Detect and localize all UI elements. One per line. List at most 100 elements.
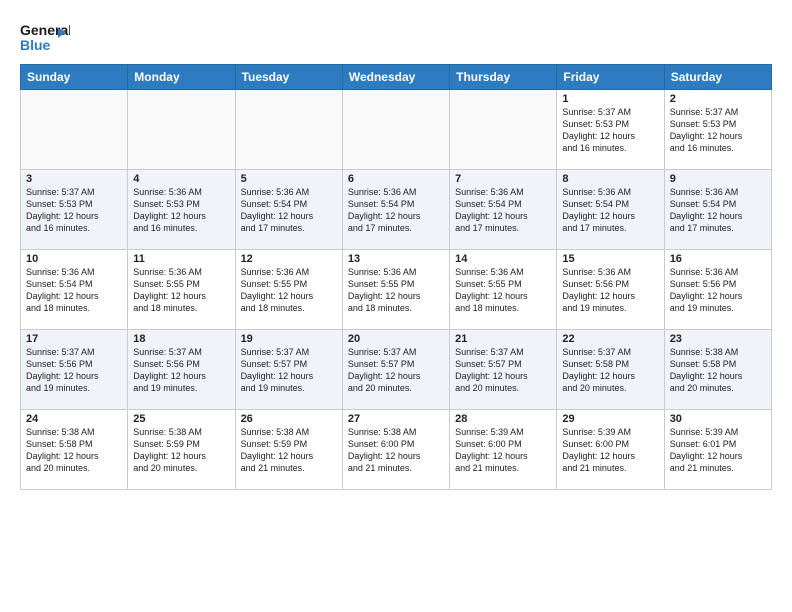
day-info: Sunrise: 5:38 AM Sunset: 5:58 PM Dayligh… <box>670 346 766 395</box>
day-info: Sunrise: 5:36 AM Sunset: 5:56 PM Dayligh… <box>670 266 766 315</box>
day-number: 19 <box>241 333 337 345</box>
day-info: Sunrise: 5:37 AM Sunset: 5:53 PM Dayligh… <box>26 186 122 235</box>
day-info: Sunrise: 5:37 AM Sunset: 5:57 PM Dayligh… <box>455 346 551 395</box>
calendar-cell: 19Sunrise: 5:37 AM Sunset: 5:57 PM Dayli… <box>235 330 342 410</box>
day-info: Sunrise: 5:37 AM Sunset: 5:56 PM Dayligh… <box>26 346 122 395</box>
calendar-cell <box>450 90 557 170</box>
calendar-table: SundayMondayTuesdayWednesdayThursdayFrid… <box>20 64 772 490</box>
weekday-header: Monday <box>128 65 235 90</box>
day-number: 6 <box>348 173 444 185</box>
day-info: Sunrise: 5:39 AM Sunset: 6:01 PM Dayligh… <box>670 426 766 475</box>
day-number: 20 <box>348 333 444 345</box>
day-info: Sunrise: 5:37 AM Sunset: 5:57 PM Dayligh… <box>348 346 444 395</box>
calendar-week-row: 1Sunrise: 5:37 AM Sunset: 5:53 PM Daylig… <box>21 90 772 170</box>
calendar-cell: 22Sunrise: 5:37 AM Sunset: 5:58 PM Dayli… <box>557 330 664 410</box>
day-info: Sunrise: 5:37 AM Sunset: 5:53 PM Dayligh… <box>562 106 658 155</box>
day-info: Sunrise: 5:39 AM Sunset: 6:00 PM Dayligh… <box>562 426 658 475</box>
day-info: Sunrise: 5:36 AM Sunset: 5:54 PM Dayligh… <box>670 186 766 235</box>
weekday-header: Tuesday <box>235 65 342 90</box>
calendar-cell: 8Sunrise: 5:36 AM Sunset: 5:54 PM Daylig… <box>557 170 664 250</box>
day-number: 27 <box>348 413 444 425</box>
weekday-row: SundayMondayTuesdayWednesdayThursdayFrid… <box>21 65 772 90</box>
calendar-cell: 27Sunrise: 5:38 AM Sunset: 6:00 PM Dayli… <box>342 410 449 490</box>
day-number: 23 <box>670 333 766 345</box>
calendar-week-row: 3Sunrise: 5:37 AM Sunset: 5:53 PM Daylig… <box>21 170 772 250</box>
calendar-cell: 12Sunrise: 5:36 AM Sunset: 5:55 PM Dayli… <box>235 250 342 330</box>
calendar-week-row: 10Sunrise: 5:36 AM Sunset: 5:54 PM Dayli… <box>21 250 772 330</box>
day-number: 1 <box>562 93 658 105</box>
day-number: 30 <box>670 413 766 425</box>
logo: GeneralBlue <box>20 20 70 56</box>
day-info: Sunrise: 5:37 AM Sunset: 5:56 PM Dayligh… <box>133 346 229 395</box>
day-info: Sunrise: 5:38 AM Sunset: 5:59 PM Dayligh… <box>241 426 337 475</box>
day-info: Sunrise: 5:36 AM Sunset: 5:55 PM Dayligh… <box>455 266 551 315</box>
day-info: Sunrise: 5:38 AM Sunset: 6:00 PM Dayligh… <box>348 426 444 475</box>
day-info: Sunrise: 5:36 AM Sunset: 5:54 PM Dayligh… <box>348 186 444 235</box>
logo-svg: GeneralBlue <box>20 20 70 56</box>
calendar-header: SundayMondayTuesdayWednesdayThursdayFrid… <box>21 65 772 90</box>
calendar-cell: 9Sunrise: 5:36 AM Sunset: 5:54 PM Daylig… <box>664 170 771 250</box>
day-number: 17 <box>26 333 122 345</box>
calendar-cell: 7Sunrise: 5:36 AM Sunset: 5:54 PM Daylig… <box>450 170 557 250</box>
svg-text:General: General <box>20 22 70 38</box>
calendar-cell: 30Sunrise: 5:39 AM Sunset: 6:01 PM Dayli… <box>664 410 771 490</box>
calendar-cell <box>128 90 235 170</box>
day-number: 13 <box>348 253 444 265</box>
calendar-cell: 29Sunrise: 5:39 AM Sunset: 6:00 PM Dayli… <box>557 410 664 490</box>
header: GeneralBlue <box>20 16 772 56</box>
weekday-header: Thursday <box>450 65 557 90</box>
calendar-cell: 5Sunrise: 5:36 AM Sunset: 5:54 PM Daylig… <box>235 170 342 250</box>
day-number: 15 <box>562 253 658 265</box>
day-number: 22 <box>562 333 658 345</box>
weekday-header: Saturday <box>664 65 771 90</box>
day-number: 5 <box>241 173 337 185</box>
calendar-cell <box>342 90 449 170</box>
calendar-cell <box>235 90 342 170</box>
calendar-cell: 14Sunrise: 5:36 AM Sunset: 5:55 PM Dayli… <box>450 250 557 330</box>
day-info: Sunrise: 5:36 AM Sunset: 5:54 PM Dayligh… <box>562 186 658 235</box>
calendar-cell: 26Sunrise: 5:38 AM Sunset: 5:59 PM Dayli… <box>235 410 342 490</box>
day-info: Sunrise: 5:36 AM Sunset: 5:54 PM Dayligh… <box>455 186 551 235</box>
day-number: 29 <box>562 413 658 425</box>
day-number: 3 <box>26 173 122 185</box>
day-number: 26 <box>241 413 337 425</box>
calendar-cell: 28Sunrise: 5:39 AM Sunset: 6:00 PM Dayli… <box>450 410 557 490</box>
calendar-cell: 18Sunrise: 5:37 AM Sunset: 5:56 PM Dayli… <box>128 330 235 410</box>
day-info: Sunrise: 5:36 AM Sunset: 5:55 PM Dayligh… <box>133 266 229 315</box>
day-number: 10 <box>26 253 122 265</box>
svg-text:Blue: Blue <box>20 37 51 53</box>
day-info: Sunrise: 5:38 AM Sunset: 5:59 PM Dayligh… <box>133 426 229 475</box>
weekday-header: Friday <box>557 65 664 90</box>
day-number: 8 <box>562 173 658 185</box>
day-info: Sunrise: 5:38 AM Sunset: 5:58 PM Dayligh… <box>26 426 122 475</box>
day-info: Sunrise: 5:36 AM Sunset: 5:54 PM Dayligh… <box>241 186 337 235</box>
calendar-cell: 20Sunrise: 5:37 AM Sunset: 5:57 PM Dayli… <box>342 330 449 410</box>
day-number: 2 <box>670 93 766 105</box>
calendar-cell <box>21 90 128 170</box>
calendar-cell: 10Sunrise: 5:36 AM Sunset: 5:54 PM Dayli… <box>21 250 128 330</box>
calendar-cell: 13Sunrise: 5:36 AM Sunset: 5:55 PM Dayli… <box>342 250 449 330</box>
calendar-cell: 23Sunrise: 5:38 AM Sunset: 5:58 PM Dayli… <box>664 330 771 410</box>
day-info: Sunrise: 5:37 AM Sunset: 5:57 PM Dayligh… <box>241 346 337 395</box>
calendar-cell: 4Sunrise: 5:36 AM Sunset: 5:53 PM Daylig… <box>128 170 235 250</box>
calendar-cell: 15Sunrise: 5:36 AM Sunset: 5:56 PM Dayli… <box>557 250 664 330</box>
day-number: 24 <box>26 413 122 425</box>
day-info: Sunrise: 5:39 AM Sunset: 6:00 PM Dayligh… <box>455 426 551 475</box>
calendar-body: 1Sunrise: 5:37 AM Sunset: 5:53 PM Daylig… <box>21 90 772 490</box>
calendar-cell: 11Sunrise: 5:36 AM Sunset: 5:55 PM Dayli… <box>128 250 235 330</box>
calendar-cell: 6Sunrise: 5:36 AM Sunset: 5:54 PM Daylig… <box>342 170 449 250</box>
calendar-cell: 24Sunrise: 5:38 AM Sunset: 5:58 PM Dayli… <box>21 410 128 490</box>
day-number: 12 <box>241 253 337 265</box>
calendar-cell: 1Sunrise: 5:37 AM Sunset: 5:53 PM Daylig… <box>557 90 664 170</box>
calendar-cell: 21Sunrise: 5:37 AM Sunset: 5:57 PM Dayli… <box>450 330 557 410</box>
calendar-cell: 3Sunrise: 5:37 AM Sunset: 5:53 PM Daylig… <box>21 170 128 250</box>
day-number: 4 <box>133 173 229 185</box>
day-number: 28 <box>455 413 551 425</box>
day-number: 16 <box>670 253 766 265</box>
page: GeneralBlue SundayMondayTuesdayWednesday… <box>0 0 792 612</box>
day-number: 25 <box>133 413 229 425</box>
calendar-week-row: 24Sunrise: 5:38 AM Sunset: 5:58 PM Dayli… <box>21 410 772 490</box>
calendar-cell: 17Sunrise: 5:37 AM Sunset: 5:56 PM Dayli… <box>21 330 128 410</box>
day-info: Sunrise: 5:36 AM Sunset: 5:55 PM Dayligh… <box>348 266 444 315</box>
day-info: Sunrise: 5:37 AM Sunset: 5:53 PM Dayligh… <box>670 106 766 155</box>
